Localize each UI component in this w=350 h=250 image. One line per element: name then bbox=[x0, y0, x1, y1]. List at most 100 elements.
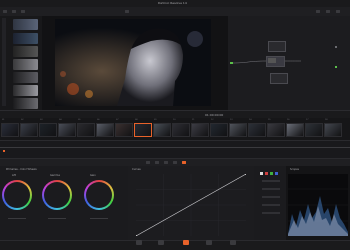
gallery-still[interactable] bbox=[13, 19, 38, 30]
luts-button[interactable] bbox=[12, 10, 16, 13]
viewer-panel bbox=[42, 16, 228, 110]
channel-row bbox=[262, 212, 280, 214]
gallery-still[interactable] bbox=[13, 46, 38, 57]
lightbox-button[interactable] bbox=[326, 10, 330, 13]
clip-thumbnail[interactable] bbox=[39, 123, 57, 137]
node-output bbox=[335, 46, 337, 48]
clip-thumbnail[interactable] bbox=[267, 123, 285, 137]
mini-timeline bbox=[0, 140, 350, 159]
gain-wheel[interactable] bbox=[84, 180, 114, 210]
page-tab-fairlight[interactable] bbox=[206, 240, 212, 245]
gamma-wheel-center bbox=[44, 182, 70, 208]
curves-label: Curves bbox=[132, 168, 141, 171]
clip-number: 04 bbox=[59, 119, 62, 121]
clip-thumbnail[interactable] bbox=[248, 123, 266, 137]
gallery-still[interactable] bbox=[13, 72, 38, 83]
blur-tool-button[interactable] bbox=[182, 161, 186, 164]
clip-thumbnail[interactable] bbox=[324, 123, 342, 137]
page-tab-color[interactable] bbox=[183, 240, 189, 245]
window-tool-button[interactable] bbox=[164, 161, 168, 164]
clip-number: 13 bbox=[230, 119, 233, 121]
davinci-resolve-window: DaVinci Resolve 14 01:00:00:00 Primaries… bbox=[0, 0, 350, 250]
page-navigation bbox=[0, 240, 350, 250]
clip-number: 14 bbox=[249, 119, 252, 121]
title-bar: DaVinci Resolve 14 bbox=[0, 0, 350, 7]
clip-number: 02 bbox=[21, 119, 24, 121]
waveform-scope bbox=[288, 174, 348, 236]
lift-label: Lift bbox=[12, 174, 16, 177]
scopes-label: Scopes bbox=[290, 168, 299, 171]
clip-thumbnail[interactable] bbox=[58, 123, 76, 137]
page-tab-edit[interactable] bbox=[158, 240, 164, 245]
page-tab-deliver[interactable] bbox=[230, 240, 236, 245]
node-editor bbox=[228, 16, 350, 110]
lift-master-slider[interactable] bbox=[8, 218, 26, 219]
red-channel-toggle[interactable] bbox=[265, 172, 268, 175]
clip-thumbnail[interactable] bbox=[286, 123, 304, 137]
curves-tool-button[interactable] bbox=[146, 161, 150, 164]
gallery-still[interactable] bbox=[13, 98, 38, 109]
clip-thumbnail[interactable] bbox=[115, 123, 133, 137]
settings-button[interactable] bbox=[336, 10, 340, 13]
clip-thumbnail[interactable] bbox=[172, 123, 190, 137]
gallery-still[interactable] bbox=[13, 85, 38, 96]
node-03[interactable] bbox=[270, 73, 288, 84]
gain-wheel-center bbox=[86, 182, 112, 208]
tracker-tool-button[interactable] bbox=[173, 161, 177, 164]
color-wheels-panel: Primaries - Color Wheels Lift Gamma Gain bbox=[0, 166, 128, 240]
clip-thumbnail[interactable] bbox=[77, 123, 95, 137]
clip-number: 07 bbox=[116, 119, 119, 121]
gallery-still[interactable] bbox=[13, 59, 38, 70]
channel-row bbox=[262, 188, 280, 190]
node-01[interactable] bbox=[266, 56, 285, 67]
playhead[interactable] bbox=[3, 150, 5, 152]
nodes-button[interactable] bbox=[316, 10, 320, 13]
timecode: 01:00:00:00 bbox=[205, 113, 224, 117]
clip-number: 15 bbox=[268, 119, 271, 121]
clip-thumbnail[interactable] bbox=[96, 123, 114, 137]
gallery-button[interactable] bbox=[3, 10, 7, 13]
clip-number: 03 bbox=[40, 119, 43, 121]
gamma-label: Gamma bbox=[50, 174, 60, 177]
clip-number: 10 bbox=[173, 119, 176, 121]
clip-thumbnail[interactable] bbox=[210, 123, 228, 137]
gamma-master-slider[interactable] bbox=[48, 218, 66, 219]
clip-thumbnail[interactable] bbox=[1, 123, 19, 137]
qualifier-tool-button[interactable] bbox=[155, 161, 159, 164]
clip-thumbnail[interactable] bbox=[20, 123, 38, 137]
clip-number: 06 bbox=[97, 119, 100, 121]
clip-number: 09 bbox=[154, 119, 157, 121]
channel-row bbox=[262, 196, 280, 198]
clip-number: 01 bbox=[2, 119, 5, 121]
curves-panel: Curves bbox=[128, 166, 254, 240]
curve-graph[interactable] bbox=[136, 174, 246, 236]
media-pool-button[interactable] bbox=[21, 10, 25, 13]
gain-master-slider[interactable] bbox=[90, 218, 108, 219]
clip-thumbnail[interactable] bbox=[229, 123, 247, 137]
gallery-panel bbox=[0, 16, 42, 110]
video-frame[interactable] bbox=[55, 19, 211, 106]
clip-number: 08 bbox=[135, 119, 138, 121]
lift-wheel-center bbox=[4, 182, 30, 208]
lift-wheel[interactable] bbox=[2, 180, 32, 210]
blue-channel-toggle[interactable] bbox=[275, 172, 278, 175]
curve-channel-controls bbox=[254, 166, 286, 240]
luma-channel-toggle[interactable] bbox=[260, 172, 263, 175]
clip-thumbnail[interactable] bbox=[153, 123, 171, 137]
scopes-panel: Scopes bbox=[286, 166, 350, 240]
clip-thumbnail[interactable] bbox=[191, 123, 209, 137]
page-tab-media[interactable] bbox=[136, 240, 142, 245]
channel-row bbox=[262, 204, 280, 206]
viewer-mode-button[interactable] bbox=[125, 10, 129, 13]
album-list bbox=[2, 18, 6, 106]
clip-number: 05 bbox=[78, 119, 81, 121]
gamma-wheel[interactable] bbox=[42, 180, 72, 210]
node-02[interactable] bbox=[268, 41, 286, 52]
green-channel-toggle[interactable] bbox=[270, 172, 273, 175]
gallery-still[interactable] bbox=[13, 33, 38, 44]
clip-thumbnail[interactable] bbox=[305, 123, 323, 137]
clip-thumbnail[interactable] bbox=[134, 123, 152, 137]
node-connections bbox=[232, 60, 301, 64]
gain-label: Gain bbox=[90, 174, 96, 177]
clip-number: 16 bbox=[287, 119, 290, 121]
